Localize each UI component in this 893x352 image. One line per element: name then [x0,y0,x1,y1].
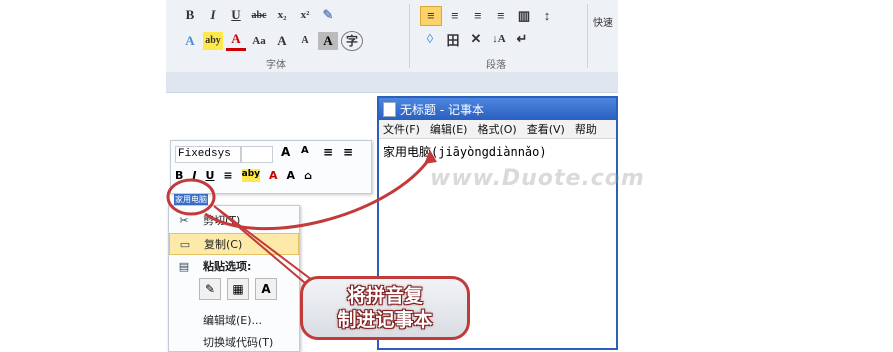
menu-item-label: 复制(C) [204,238,243,251]
bold-button[interactable]: B [180,6,200,24]
copy-icon: ▭ [179,237,191,251]
menu-view[interactable]: 查看(V) [527,121,565,137]
ruler-strip [166,72,618,93]
menu-help[interactable]: 帮助 [575,121,597,137]
quick-styles-label[interactable]: 快速 [593,14,613,29]
enclose-char-button[interactable]: 字 [341,30,363,51]
sort-button[interactable]: ↓A [489,30,509,48]
font-group-label: 字体 [266,60,286,71]
center-button[interactable]: ≡ [223,169,232,182]
notepad-title-bar[interactable]: 无标题 - 记事本 [379,98,616,120]
align-right-button[interactable]: ≡ [468,7,488,25]
shrink-font-button[interactable]: A [295,32,315,50]
paragraph-align-row: ≡ ≡ ≡ ≡ ▥ ↕ [420,6,557,26]
mini-toolbar: Fixedsys A A ≡ ≡ B I U ≡ aby A A ⌂ [170,140,372,194]
styles-button[interactable]: A [287,169,296,182]
notepad-text-area[interactable]: 家用电脑(jiāyòngdiànnǎo) [379,139,616,164]
menu-item-cut[interactable]: ✂ 剪切(T) [169,210,297,230]
borders-button[interactable]: 田 [443,30,463,48]
font-color-button[interactable]: A [226,30,246,51]
paragraph-group-label: 段落 [486,60,506,71]
menu-item-toggle-field-codes[interactable]: 切换域代码(T) [169,332,297,352]
callout-line-1: 将拼音复 [346,285,423,307]
callout-line-2: 制进记事本 [337,309,433,331]
change-case-button[interactable]: Aa [249,32,269,50]
subscript-button[interactable]: x₂ [272,6,292,24]
increase-indent-button[interactable]: ≡ [343,145,353,159]
paragraph-format-row: ◊ 田 ✕ ↓A ↵ [420,30,532,48]
menu-format[interactable]: 格式(O) [477,121,516,137]
text-effects-button[interactable]: A [180,32,200,50]
menu-file[interactable]: 文件(F) [383,121,420,137]
underline-button[interactable]: U [226,6,246,24]
decrease-indent-button[interactable]: ≡ [323,145,333,159]
font-color-button[interactable]: A [269,169,278,182]
menu-item-paste-options: ▤ 粘贴选项: [169,256,297,276]
context-menu: ✂ 剪切(T) ▭ 复制(C) ▤ 粘贴选项: ✎ ▦ A 编辑域(E)... … [168,205,300,352]
italic-button[interactable]: I [192,169,196,182]
line-spacing-button[interactable]: ↕ [537,7,557,25]
highlight-button[interactable]: aby [203,31,223,50]
format-painter-button[interactable]: ⌂ [304,169,312,182]
notepad-icon [383,101,396,117]
shading-button[interactable]: ◊ [420,30,440,48]
font-name-field[interactable]: Fixedsys [175,146,241,163]
callout-box: 将拼音复 制进记事本 [300,276,470,340]
font-format-row: B I U abc x₂ x² ✎ [180,6,338,24]
menu-item-label: 剪切(T) [203,214,241,227]
char-shading-button[interactable]: A [318,31,338,50]
notepad-menu-bar: 文件(F) 编辑(E) 格式(O) 查看(V) 帮助 [379,120,616,139]
mini-toolbar-format-row: B I U ≡ aby A A ⌂ [175,169,312,182]
menu-item-label: 编辑域(E)... [203,314,263,327]
menu-edit[interactable]: 编辑(E) [430,121,468,137]
merge-format-icon[interactable]: ▦ [227,278,249,300]
italic-button[interactable]: I [203,6,223,24]
menu-item-edit-field[interactable]: 编辑域(E)... [169,310,297,330]
ribbon: B I U abc x₂ x² ✎ A aby A Aa A A A 字 字体 … [166,0,618,73]
group-divider [409,4,410,68]
paste-options-row: ✎ ▦ A [199,278,277,300]
bold-button[interactable]: B [175,169,183,182]
menu-item-copy[interactable]: ▭ 复制(C) [169,233,299,255]
grow-font-button[interactable]: A [281,145,290,159]
clear-format-icon[interactable]: ✎ [318,6,338,24]
group-divider [587,4,588,68]
underline-button[interactable]: U [205,169,214,182]
shrink-font-button[interactable]: A [301,145,309,156]
distributed-button[interactable]: ▥ [514,7,534,25]
paste-icon: ▤ [178,259,190,273]
align-left-button[interactable]: ≡ [420,6,442,26]
show-marks-button[interactable]: ↵ [512,30,532,48]
grow-font-button[interactable]: A [272,32,292,50]
highlight-button[interactable]: aby [241,169,261,182]
notepad-title: 无标题 - 记事本 [400,102,484,117]
font-size-field[interactable] [241,146,273,163]
keep-text-only-icon[interactable]: A [255,278,277,300]
watermark: www.Duote.com [430,166,645,191]
cut-icon: ✂ [179,213,189,227]
align-center-button[interactable]: ≡ [445,7,465,25]
menu-item-label: 粘贴选项: [203,260,252,273]
justify-button[interactable]: ≡ [491,7,511,25]
superscript-button[interactable]: x² [295,6,315,24]
font-color-row: A aby A Aa A A A 字 [180,30,363,51]
keep-source-format-icon[interactable]: ✎ [199,278,221,300]
menu-item-label: 切换域代码(T) [203,336,274,349]
chinese-layout-button[interactable]: ✕ [466,30,486,48]
strikethrough-button[interactable]: abc [249,6,269,24]
